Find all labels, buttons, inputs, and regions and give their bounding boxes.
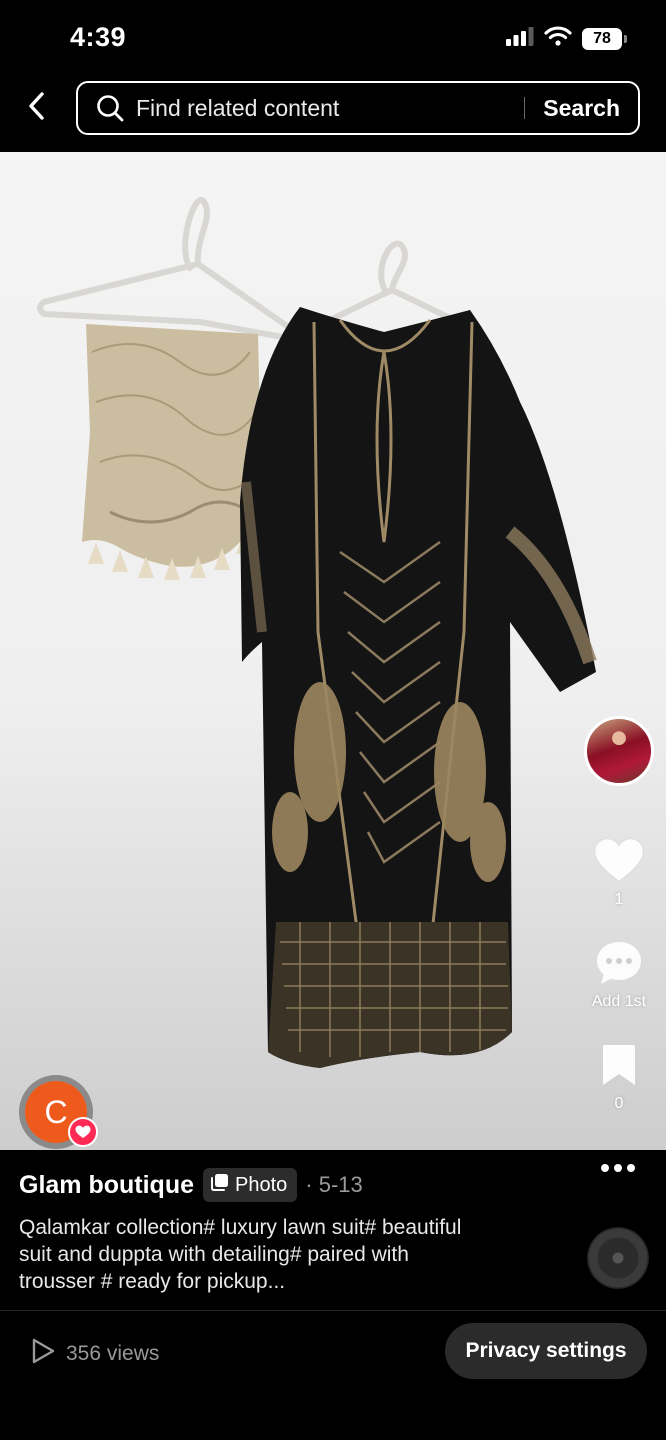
post-caption[interactable]: Qalamkar collection# luxury lawn suit# b… [19, 1214, 489, 1295]
music-disc-icon[interactable] [587, 1227, 649, 1289]
dress-photo-illustration [37, 196, 597, 1068]
privacy-settings-button[interactable]: Privacy settings [445, 1323, 647, 1379]
author-name[interactable]: Glam boutique [19, 1171, 194, 1200]
follow-heart-badge[interactable] [68, 1117, 98, 1147]
comment-icon [595, 940, 643, 991]
save-button[interactable]: 0 [584, 1044, 654, 1113]
bookmark-icon [599, 1044, 639, 1093]
wifi-icon [544, 26, 572, 51]
save-count: 0 [614, 1095, 624, 1112]
search-divider [524, 97, 526, 119]
heart-icon [594, 838, 644, 889]
search-button[interactable]: Search [543, 95, 620, 122]
footer: 356 views Privacy settings [0, 1311, 666, 1440]
battery-icon: 78 [582, 27, 627, 50]
post-date: · 5-13 [305, 1172, 363, 1197]
comment-label: Add 1st [591, 993, 647, 1010]
author-avatar[interactable]: C [19, 1075, 98, 1149]
dress [240, 307, 597, 1068]
post-info: Glam boutique Photo · 5-13 Qalamkar coll… [0, 1150, 666, 1310]
post-photo[interactable] [0, 152, 666, 1150]
dupatta [82, 324, 262, 580]
hanger-right [327, 240, 457, 323]
hanger-left [37, 196, 318, 355]
chevron-left-icon [26, 91, 46, 126]
play-icon [30, 1337, 56, 1371]
heart-icon [75, 1125, 91, 1138]
photo-tag-label: Photo [235, 1173, 288, 1196]
battery-level: 78 [593, 29, 611, 47]
related-product-avatar[interactable] [584, 716, 654, 786]
search-input[interactable] [136, 94, 525, 122]
more-dots-icon [600, 1160, 636, 1177]
signal-icon [506, 26, 534, 51]
back-button[interactable] [18, 90, 54, 126]
photo-stack-icon [211, 1173, 229, 1197]
header: Search [0, 76, 666, 152]
author-row: Glam boutique Photo · 5-13 [19, 1168, 363, 1202]
more-options-button[interactable] [600, 1160, 636, 1178]
like-button[interactable]: 1 [584, 838, 654, 909]
status-icons: 78 [506, 26, 627, 51]
comment-button[interactable]: Add 1st [584, 940, 654, 1011]
search-icon [96, 93, 126, 123]
status-time: 4:39 [70, 22, 127, 52]
like-count: 1 [614, 891, 624, 908]
view-count-label: 356 views [66, 1342, 160, 1365]
status-bar: 4:39 78 [0, 0, 666, 76]
search-box: Search [76, 81, 640, 135]
photo-tag: Photo [203, 1168, 298, 1202]
view-count[interactable]: 356 views [30, 1337, 159, 1371]
